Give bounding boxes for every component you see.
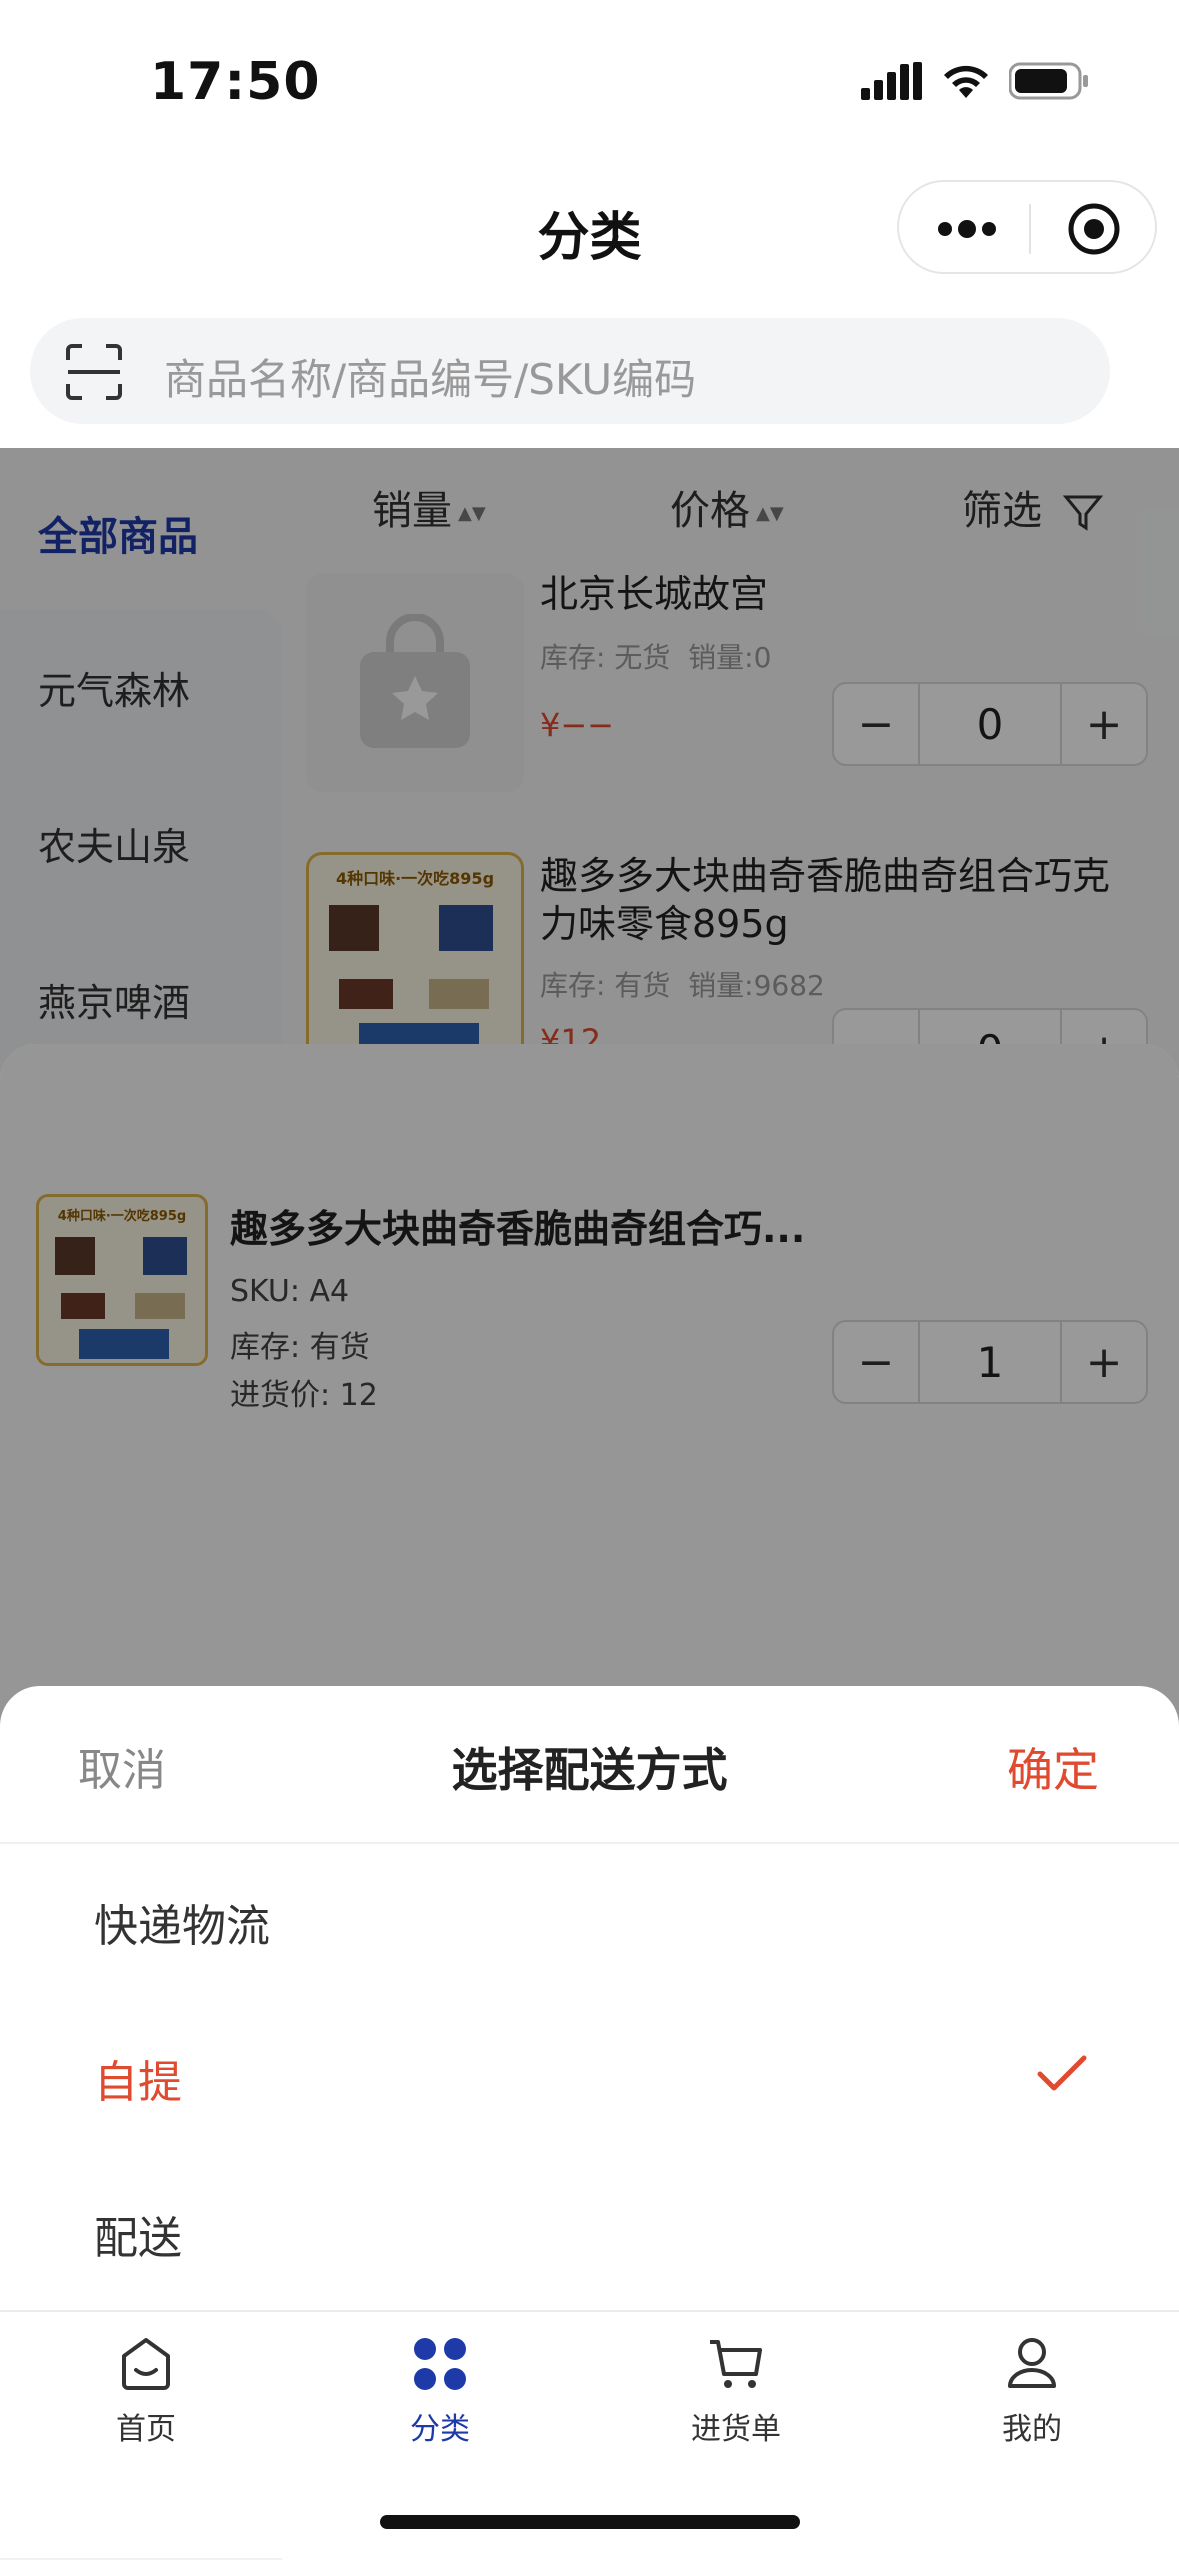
option-pickup[interactable]: 自提 [94,2046,182,2110]
more-icon[interactable] [937,214,997,244]
home-indicator [380,2515,800,2529]
tab-home[interactable]: 首页 [46,2334,246,2448]
scan-icon[interactable] [64,342,124,402]
cart-icon [710,2340,762,2388]
option-express[interactable]: 快递物流 [94,1890,270,1954]
cellular-signal-icon [861,62,922,100]
battery-icon [1009,62,1088,100]
user-icon [1008,2338,1056,2388]
sheet-header: 取消 选择配送方式 确定 [0,1686,1179,1844]
sheet-title: 选择配送方式 [451,1743,728,1797]
category-icon [414,2338,466,2390]
tab-mine[interactable]: 我的 [932,2334,1132,2448]
search-bar[interactable]: 商品名称/商品编号/SKU编码 [30,318,1110,424]
home-icon [122,2338,170,2390]
check-icon [1037,2055,1087,2091]
search-placeholder: 商品名称/商品编号/SKU编码 [164,355,697,404]
option-delivery[interactable]: 配送 [94,2202,182,2266]
tab-cart[interactable]: 进货单 [636,2334,836,2448]
capsule-divider [1029,204,1031,254]
tab-cart-label: 进货单 [691,2412,781,2447]
tab-home-label: 首页 [116,2412,176,2447]
tab-category[interactable]: 分类 [340,2334,540,2448]
tab-mine-label: 我的 [1002,2412,1062,2447]
confirm-button[interactable]: 确定 [1007,1734,1099,1800]
status-icons [861,62,1089,100]
tab-category-label: 分类 [410,2412,470,2447]
mini-program-capsule [897,180,1157,274]
status-time: 17:50 [150,52,321,112]
close-target-icon[interactable] [1067,202,1121,256]
wifi-icon [944,65,988,98]
